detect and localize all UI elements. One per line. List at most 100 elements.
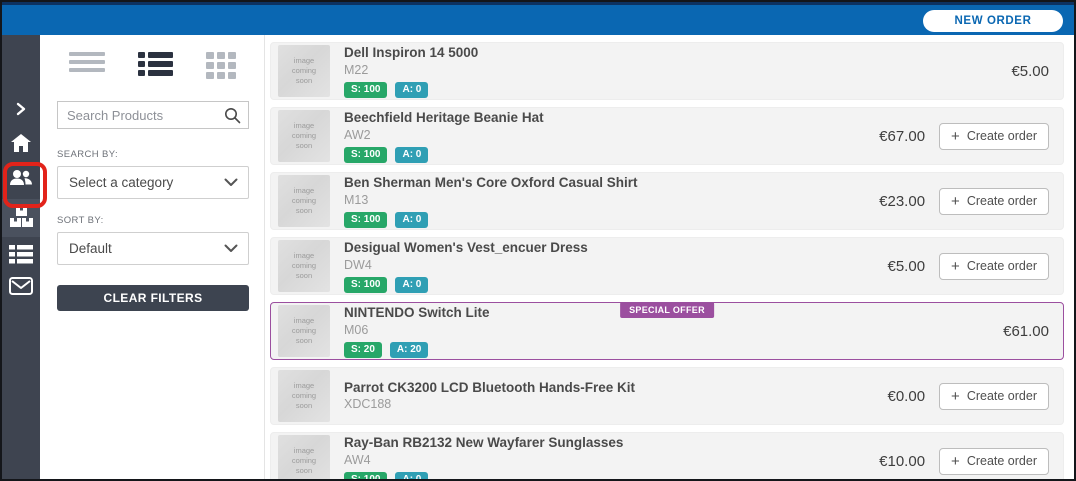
sidebar-item-orders[interactable]	[2, 239, 40, 269]
list-view-icon	[138, 52, 173, 76]
create-order-label: Create order	[967, 454, 1037, 468]
sort-select[interactable]: Default	[57, 232, 249, 265]
allocated-badge: A: 0	[395, 147, 428, 163]
product-actions: €61.00	[1003, 323, 1049, 340]
plus-icon: +	[951, 194, 960, 209]
product-name: Desigual Women's Vest_encuer Dress	[344, 239, 588, 257]
product-image-placeholder: image coming soon	[278, 305, 330, 357]
product-row: image coming soon Dell Inspiron 14 5000 …	[270, 42, 1064, 100]
product-row: image coming soon Ben Sherman Men's Core…	[270, 172, 1064, 230]
category-select-value: Select a category	[69, 175, 173, 190]
search-products-input[interactable]	[58, 102, 248, 128]
create-order-button[interactable]: + Create order	[939, 448, 1049, 475]
product-actions: €0.00 + Create order	[888, 383, 1050, 410]
chevron-down-icon	[224, 175, 238, 190]
plus-icon: +	[951, 389, 960, 404]
new-order-button[interactable]: NEW ORDER	[923, 10, 1063, 32]
placeholder-text: image coming soon	[287, 381, 321, 411]
product-image-placeholder: image coming soon	[278, 370, 330, 422]
product-info: Desigual Women's Vest_encuer Dress DW4 S…	[344, 239, 588, 292]
product-info: Ray-Ban RB2132 New Wayfarer Sunglasses A…	[344, 434, 623, 479]
search-icon	[224, 107, 241, 129]
product-row: image coming soon Ray-Ban RB2132 New Way…	[270, 432, 1064, 479]
create-order-button[interactable]: + Create order	[939, 253, 1049, 280]
product-price: €61.00	[1003, 323, 1049, 340]
sidebar: ⚙	[2, 35, 40, 479]
view-list-button[interactable]	[138, 52, 173, 79]
allocated-badge: A: 0	[395, 82, 428, 98]
product-badges: S: 100 A: 0	[344, 82, 478, 98]
stock-badge: S: 100	[344, 277, 387, 293]
sort-by-label: SORT BY:	[57, 215, 248, 226]
product-badges: S: 100 A: 0	[344, 147, 544, 163]
sidebar-item-products[interactable]	[2, 199, 40, 237]
product-sku: M13	[344, 192, 638, 209]
product-row: image coming soon Desigual Women's Vest_…	[270, 237, 1064, 295]
product-price: €5.00	[1011, 63, 1049, 80]
product-name: NINTENDO Switch Lite	[344, 304, 490, 322]
sidebar-item-home[interactable]	[2, 128, 40, 158]
stock-badge: S: 100	[344, 212, 387, 228]
product-name: Parrot CK3200 LCD Bluetooth Hands-Free K…	[344, 379, 635, 397]
view-compact-button[interactable]	[69, 52, 105, 79]
allocated-badge: A: 0	[395, 212, 428, 228]
stock-badge: S: 100	[344, 82, 387, 98]
product-info: Beechfield Heritage Beanie Hat AW2 S: 10…	[344, 109, 544, 162]
allocated-badge: A: 20	[390, 342, 428, 358]
filter-panel: SEARCH BY: Select a category SORT BY: De…	[40, 35, 265, 479]
product-image-placeholder: image coming soon	[278, 45, 330, 97]
stock-badge: S: 20	[344, 342, 382, 358]
product-name: Dell Inspiron 14 5000	[344, 44, 478, 62]
clear-filters-button[interactable]: CLEAR FILTERS	[57, 285, 249, 311]
create-order-button[interactable]: + Create order	[939, 123, 1049, 150]
product-price: €5.00	[888, 258, 926, 275]
product-sku: XDC188	[344, 396, 635, 413]
create-order-button[interactable]: + Create order	[939, 383, 1049, 410]
sidebar-item-settings[interactable]: ⚙	[2, 475, 40, 481]
product-badges: S: 100 A: 0	[344, 277, 588, 293]
create-order-label: Create order	[967, 259, 1037, 273]
sidebar-expand-button[interactable]	[2, 94, 40, 124]
product-price: €67.00	[879, 128, 925, 145]
product-row: image coming soon Beechfield Heritage Be…	[270, 107, 1064, 165]
mail-icon	[9, 277, 33, 295]
product-actions: €23.00 + Create order	[879, 188, 1049, 215]
plus-icon: +	[951, 259, 960, 274]
product-image-placeholder: image coming soon	[278, 175, 330, 227]
hamburger-icon	[69, 52, 105, 72]
sidebar-item-messages[interactable]	[2, 271, 40, 301]
product-price: €0.00	[888, 388, 926, 405]
product-price: €23.00	[879, 193, 925, 210]
product-row: SPECIAL OFFER image coming soon NINTENDO…	[270, 302, 1064, 360]
product-info: NINTENDO Switch Lite M06 S: 20 A: 20	[344, 304, 490, 357]
product-badges: S: 100 A: 0	[344, 472, 623, 479]
placeholder-text: image coming soon	[287, 186, 321, 216]
product-name: Ben Sherman Men's Core Oxford Casual Shi…	[344, 174, 638, 192]
plus-icon: +	[951, 129, 960, 144]
create-order-button[interactable]: + Create order	[939, 188, 1049, 215]
view-grid-button[interactable]	[206, 52, 236, 79]
create-order-label: Create order	[967, 194, 1037, 208]
grid-view-icon	[206, 52, 236, 79]
product-info: Ben Sherman Men's Core Oxford Casual Shi…	[344, 174, 638, 227]
search-box	[57, 101, 249, 129]
product-sku: AW4	[344, 452, 623, 469]
placeholder-text: image coming soon	[287, 121, 321, 151]
boxes-icon	[10, 207, 33, 229]
category-select[interactable]: Select a category	[57, 166, 249, 199]
product-row: image coming soon Parrot CK3200 LCD Blue…	[270, 367, 1064, 425]
product-sku: DW4	[344, 257, 588, 274]
product-badges: S: 20 A: 20	[344, 342, 490, 358]
sidebar-item-customers[interactable]	[2, 163, 40, 193]
users-icon	[9, 169, 33, 187]
chevron-down-icon	[224, 241, 238, 256]
placeholder-text: image coming soon	[287, 316, 321, 346]
plus-icon: +	[951, 454, 960, 469]
product-image-placeholder: image coming soon	[278, 435, 330, 479]
home-icon	[10, 133, 32, 153]
product-list: image coming soon Dell Inspiron 14 5000 …	[265, 35, 1074, 479]
chevron-right-icon	[15, 102, 27, 116]
product-actions: €5.00	[1011, 63, 1049, 80]
list-icon	[9, 245, 33, 264]
create-order-label: Create order	[967, 389, 1037, 403]
